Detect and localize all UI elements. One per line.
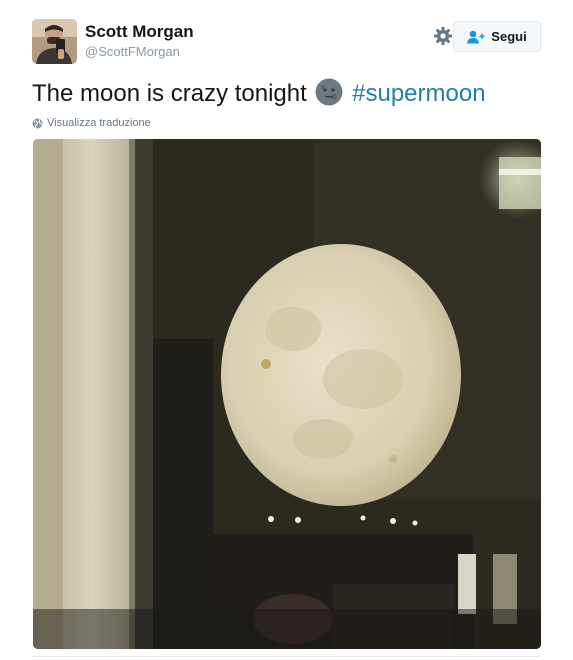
add-user-icon [467,30,485,43]
translate-label: Visualizza traduzione [47,117,151,129]
tweet-text: The moon is crazy tonight #supermoon [32,78,486,109]
follow-button[interactable]: Segui [453,21,541,52]
user-info: Scott Morgan @ScottFMorgan [85,21,194,60]
globe-icon [32,118,43,128]
new-moon-face-emoji [315,78,343,106]
tweet-photo[interactable] [33,139,541,649]
hashtag-link[interactable]: #supermoon [352,80,485,107]
tweet-header: Scott Morgan @ScottFMorgan Segui [32,19,541,65]
avatar[interactable] [32,19,77,64]
follow-label: Segui [491,29,527,44]
tweet-card: Scott Morgan @ScottFMorgan Segui The moo… [0,0,573,660]
display-name[interactable]: Scott Morgan [85,21,194,43]
user-handle[interactable]: @ScottFMorgan [85,44,194,60]
tweet-body: The moon is crazy tonight [32,80,307,107]
translate-link[interactable]: Visualizza traduzione [32,117,151,129]
divider [32,656,541,657]
gear-icon[interactable] [433,26,453,46]
